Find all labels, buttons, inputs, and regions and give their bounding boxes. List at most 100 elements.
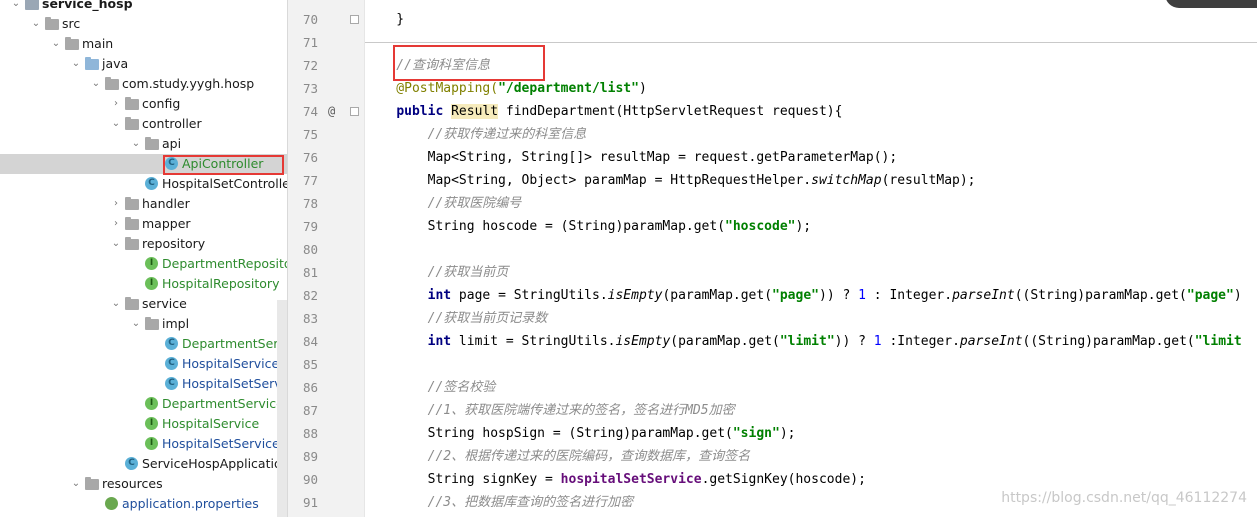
code-line[interactable]: //签名校验	[365, 376, 496, 399]
tree-item-label: impl	[162, 316, 190, 331]
tree-item-hospitalsetcontrolle[interactable]: C HospitalSetControlle	[0, 174, 287, 194]
code-editor[interactable]: https://blog.csdn.net/qq_46112274 } //查询…	[365, 0, 1257, 517]
tree-item-application-properties[interactable]: application.properties	[0, 494, 287, 514]
fold-toggle-icon[interactable]	[350, 107, 359, 116]
code-line[interactable]: //1、获取医院端传递过来的签名，签名进行MD5加密	[365, 399, 735, 422]
tree-scrollbar[interactable]	[277, 300, 287, 517]
tree-item-repository[interactable]: ⌄ repository	[0, 234, 287, 254]
tree-item-departmentreposito[interactable]: I DepartmentReposito	[0, 254, 287, 274]
code-token: switchMap	[811, 173, 882, 188]
folder-icon	[65, 37, 79, 50]
code-line[interactable]: //获取医院编号	[365, 192, 522, 215]
class-icon: C	[165, 337, 178, 350]
code-line[interactable]: String hoscode = (String)paramMap.get("h…	[365, 215, 812, 238]
code-token: "sign"	[732, 426, 780, 441]
tree-item-java[interactable]: ⌄ java	[0, 54, 287, 74]
tree-item-mapper[interactable]: › mapper	[0, 214, 287, 234]
code-line[interactable]: int page = StringUtils.isEmpty(paramMap.…	[365, 284, 1242, 307]
line-number: 91	[302, 495, 318, 510]
mapping-marker-icon[interactable]: @	[328, 104, 335, 118]
tree-item-hospitalsetservic[interactable]: C HospitalSetServic	[0, 374, 287, 394]
tree-item-src[interactable]: ⌄ src	[0, 14, 287, 34]
code-token: //查询科室信息	[365, 58, 490, 73]
line-number: 74	[302, 104, 318, 119]
code-line[interactable]: }	[365, 8, 404, 31]
fold-toggle-icon[interactable]	[350, 15, 359, 24]
expand-arrow-icon[interactable]: ⌄	[110, 114, 122, 134]
tree-item-config[interactable]: › config	[0, 94, 287, 114]
tree-item-label: resources	[102, 476, 163, 491]
line-number: 85	[302, 357, 318, 372]
code-line[interactable]: int limit = StringUtils.isEmpty(paramMap…	[365, 330, 1242, 353]
expand-arrow-icon[interactable]: ⌄	[110, 234, 122, 254]
interface-icon: I	[145, 417, 158, 430]
collapse-arrow-icon[interactable]: ›	[110, 94, 122, 114]
tree-item-label: DepartmentServi	[182, 336, 288, 351]
code-line[interactable]: Map<String, String[]> resultMap = reques…	[365, 146, 898, 169]
line-number: 71	[302, 35, 318, 50]
code-token: //获取医院编号	[365, 196, 522, 211]
tree-item-label: main	[82, 36, 114, 51]
line-number: 86	[302, 380, 318, 395]
expand-arrow-icon[interactable]: ⌄	[10, 0, 22, 14]
code-token: Map<String, Object> paramMap = HttpReque…	[365, 173, 812, 188]
code-token: @PostMapping(	[365, 81, 499, 96]
expand-arrow-icon[interactable]: ⌄	[110, 294, 122, 314]
code-line[interactable]: String hospSign = (String)paramMap.get("…	[365, 422, 796, 445]
interface-icon: I	[145, 437, 158, 450]
tree-item-departmentservice[interactable]: I DepartmentService	[0, 394, 287, 414]
project-tree-panel[interactable]: ⌄ service_hosp ⌄ src ⌄ main ⌄ java ⌄ com.study.yy…	[0, 0, 288, 517]
code-line[interactable]: //获取当前页	[365, 261, 509, 284]
line-number: 77	[302, 173, 318, 188]
collapse-arrow-icon[interactable]: ›	[110, 214, 122, 234]
code-line[interactable]: //获取当前页记录数	[365, 307, 548, 330]
tree-item-hospitalservice[interactable]: I HospitalService	[0, 414, 287, 434]
tree-item-controller[interactable]: ⌄ controller	[0, 114, 287, 134]
tree-item-com-study-yygh-hosp[interactable]: ⌄ com.study.yygh.hosp	[0, 74, 287, 94]
expand-arrow-icon[interactable]: ⌄	[130, 314, 142, 334]
line-number: 88	[302, 426, 318, 441]
tree-item-main[interactable]: ⌄ main	[0, 34, 287, 54]
expand-arrow-icon[interactable]: ⌄	[30, 14, 42, 34]
expand-arrow-icon[interactable]: ⌄	[70, 54, 82, 74]
code-line[interactable]: String signKey = hospitalSetService.getS…	[365, 468, 866, 491]
code-token: "/department/list"	[498, 81, 639, 96]
tree-item-handler[interactable]: › handler	[0, 194, 287, 214]
code-token: String hoscode = (String)paramMap.get(	[365, 219, 726, 234]
code-token: "page"	[772, 288, 819, 303]
code-line[interactable]: Map<String, Object> paramMap = HttpReque…	[365, 169, 976, 192]
editor-gutter: 70 71 72 73 74 @75 76 77 78 79 80 81 82 83 84 85 86 87 88 8…	[288, 0, 365, 517]
expand-arrow-icon[interactable]: ⌄	[130, 134, 142, 154]
code-line[interactable]: //获取传递过来的科室信息	[365, 123, 587, 146]
code-line[interactable]: public Result findDepartment(HttpServlet…	[365, 100, 842, 123]
tree-item-hospitalserviceir[interactable]: C HospitalServiceIr	[0, 354, 287, 374]
tree-item-servicehospapplication[interactable]: C ServiceHospApplication	[0, 454, 287, 474]
expand-arrow-icon[interactable]: ⌄	[90, 74, 102, 94]
tree-item-label: application.properties	[122, 496, 259, 511]
code-line[interactable]: //2、根据传递过来的医院编码，查询数据库，查询签名	[365, 445, 750, 468]
tree-item-resources[interactable]: ⌄ resources	[0, 474, 287, 494]
code-line[interactable]: //查询科室信息	[365, 54, 490, 77]
code-token: limit = StringUtils.	[451, 334, 616, 349]
tree-item-departmentservi[interactable]: C DepartmentServi	[0, 334, 287, 354]
tree-item-api[interactable]: ⌄ api	[0, 134, 287, 154]
code-token: hospitalSetService	[560, 472, 702, 487]
code-line[interactable]: @PostMapping("/department/list")	[365, 77, 646, 100]
tree-item-hospitalrepository[interactable]: I HospitalRepository	[0, 274, 287, 294]
collapse-arrow-icon[interactable]: ›	[110, 194, 122, 214]
tree-item-service[interactable]: ⌄ service	[0, 294, 287, 314]
expand-arrow-icon[interactable]: ⌄	[50, 34, 62, 54]
tree-item-label: controller	[142, 116, 202, 131]
code-token: parseInt	[952, 288, 1015, 303]
tree-item-label: HospitalService	[162, 416, 260, 431]
code-token: //3、把数据库查询的签名进行加密	[365, 495, 634, 510]
code-line[interactable]: //3、把数据库查询的签名进行加密	[365, 491, 633, 514]
tree-item-service-hosp[interactable]: ⌄ service_hosp	[0, 0, 287, 14]
tree-item-hospitalsetservice[interactable]: I HospitalSetService	[0, 434, 287, 454]
tree-item-impl[interactable]: ⌄ impl	[0, 314, 287, 334]
expand-arrow-icon[interactable]: ⌄	[70, 474, 82, 494]
code-token: );	[795, 219, 812, 234]
